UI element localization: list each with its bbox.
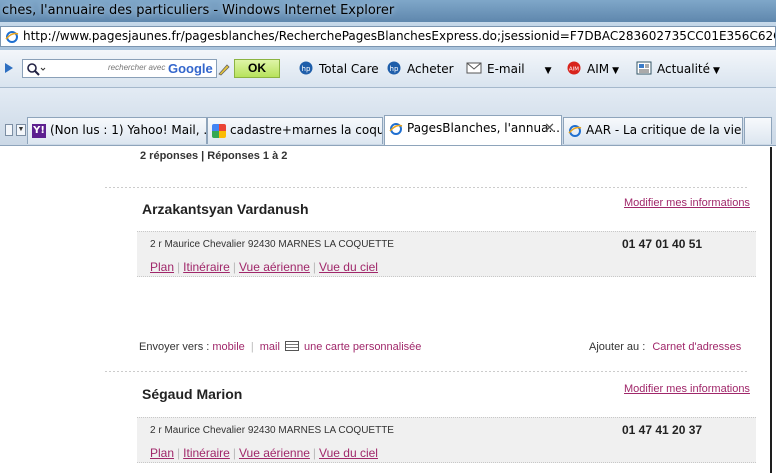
ok-button[interactable]: OK: [234, 59, 280, 78]
tab-aar[interactable]: AAR - La critique de la vie ...: [563, 117, 743, 144]
modify-info-link[interactable]: Modifier mes informations: [624, 383, 750, 395]
result-address: 2 r Maurice Chevalier 92430 MARNES LA CO…: [150, 239, 394, 250]
result-links: Plan | Itinéraire | Vue aérienne | Vue du ciel: [150, 446, 378, 460]
tab-bar: ▼ Y! (Non lus : 1) Yahoo! Mail, ... cada…: [0, 88, 776, 146]
toolbar-item-total-care[interactable]: hp Total Care: [298, 60, 379, 78]
envelope-icon: [466, 62, 482, 74]
card-icon: [285, 341, 299, 351]
chevron-down-icon[interactable]: ▼: [545, 66, 552, 76]
tab-yahoo-mail[interactable]: Y! (Non lus : 1) Yahoo! Mail, ...: [27, 117, 207, 144]
ie-icon: [389, 123, 403, 135]
search-hint: rechercher avec: [108, 63, 166, 72]
search-icon[interactable]: [26, 62, 46, 76]
yahoo-icon: Y!: [32, 124, 46, 138]
address-url: http://www.pagesjaunes.fr/pagesblanches/…: [23, 29, 776, 43]
result-phone: 01 47 01 40 51: [622, 237, 703, 251]
search-input[interactable]: rechercher avec Google: [22, 59, 230, 78]
toolbar: rechercher avec Google OK hp Total Care h…: [0, 50, 776, 88]
send-card-link[interactable]: une carte personnalisée: [304, 341, 421, 353]
svg-text:AIM: AIM: [569, 67, 579, 73]
tab-list-button[interactable]: ▼: [2, 118, 26, 142]
hp-icon: hp: [299, 61, 313, 75]
itineraire-link[interactable]: Itinéraire: [183, 260, 230, 274]
aim-icon: AIM: [567, 61, 581, 75]
toolbar-item-acheter[interactable]: hp Acheter: [386, 60, 454, 78]
plan-link[interactable]: Plan: [150, 260, 174, 274]
ie-icon: [5, 31, 19, 43]
arrow-icon[interactable]: [2, 61, 16, 75]
chevron-down-icon[interactable]: ▼: [713, 66, 720, 76]
google-icon: [212, 124, 226, 138]
news-icon: [636, 61, 652, 75]
send-mail-link[interactable]: mail: [260, 341, 280, 353]
google-logo: Google: [168, 61, 213, 76]
address-book-link[interactable]: Carnet d'adresses: [652, 341, 741, 353]
window-title: ches, l'annuaire des particuliers - Wind…: [0, 0, 776, 22]
svg-text:hp: hp: [302, 65, 311, 73]
vue-aerienne-link[interactable]: Vue aérienne: [239, 260, 310, 274]
send-to-row: Envoyer vers : mobile | mail une carte p…: [139, 341, 422, 353]
page-border: [770, 147, 772, 473]
tab-pages-blanches[interactable]: PagesBlanches, l'annua... ✕: [384, 115, 562, 145]
result-name: Arzakantsyan Vardanush: [142, 201, 309, 217]
divider: [105, 371, 748, 372]
toolbar-item-actualite[interactable]: Actualité ▼: [636, 60, 720, 78]
address-bar-area: http://www.pagesjaunes.fr/pagesblanches/…: [0, 22, 776, 50]
result-address: 2 r Maurice Chevalier 92430 MARNES LA CO…: [150, 425, 394, 436]
result-details: 2 r Maurice Chevalier 92430 MARNES LA CO…: [137, 417, 756, 463]
highlighter-icon[interactable]: [217, 62, 231, 76]
tab-cadastre[interactable]: cadastre+marnes la coque...: [207, 117, 383, 144]
address-input[interactable]: http://www.pagesjaunes.fr/pagesblanches/…: [0, 26, 776, 47]
result-details: 2 r Maurice Chevalier 92430 MARNES LA CO…: [137, 231, 756, 277]
ie-icon: [568, 125, 582, 137]
send-mobile-link[interactable]: mobile: [212, 341, 244, 353]
chevron-down-icon: ▼: [16, 124, 26, 136]
vue-du-ciel-link[interactable]: Vue du ciel: [319, 446, 378, 460]
divider: [105, 187, 748, 188]
close-icon[interactable]: ✕: [544, 116, 555, 141]
toolbar-item-email[interactable]: E-mail ▼: [466, 60, 552, 78]
result-links: Plan | Itinéraire | Vue aérienne | Vue du ciel: [150, 260, 378, 274]
result-name: Ségaud Marion: [142, 386, 243, 402]
toolbar-item-aim[interactable]: AIM AIM ▼: [566, 60, 619, 78]
results-summary: 2 réponses | Réponses 1 à 2: [140, 150, 288, 162]
plan-link[interactable]: Plan: [150, 446, 174, 460]
itineraire-link[interactable]: Itinéraire: [183, 446, 230, 460]
vue-du-ciel-link[interactable]: Vue du ciel: [319, 260, 378, 274]
svg-text:hp: hp: [390, 65, 399, 73]
hp-icon: hp: [387, 61, 401, 75]
result-phone: 01 47 41 20 37: [622, 423, 703, 437]
vue-aerienne-link[interactable]: Vue aérienne: [239, 446, 310, 460]
new-tab-button[interactable]: [744, 117, 772, 144]
page-content: 2 réponses | Réponses 1 à 2 Arzakantsyan…: [0, 147, 776, 473]
add-to-row: Ajouter au : Carnet d'adresses: [589, 341, 742, 353]
chevron-down-icon[interactable]: ▼: [612, 66, 619, 76]
modify-info-link[interactable]: Modifier mes informations: [624, 197, 750, 209]
